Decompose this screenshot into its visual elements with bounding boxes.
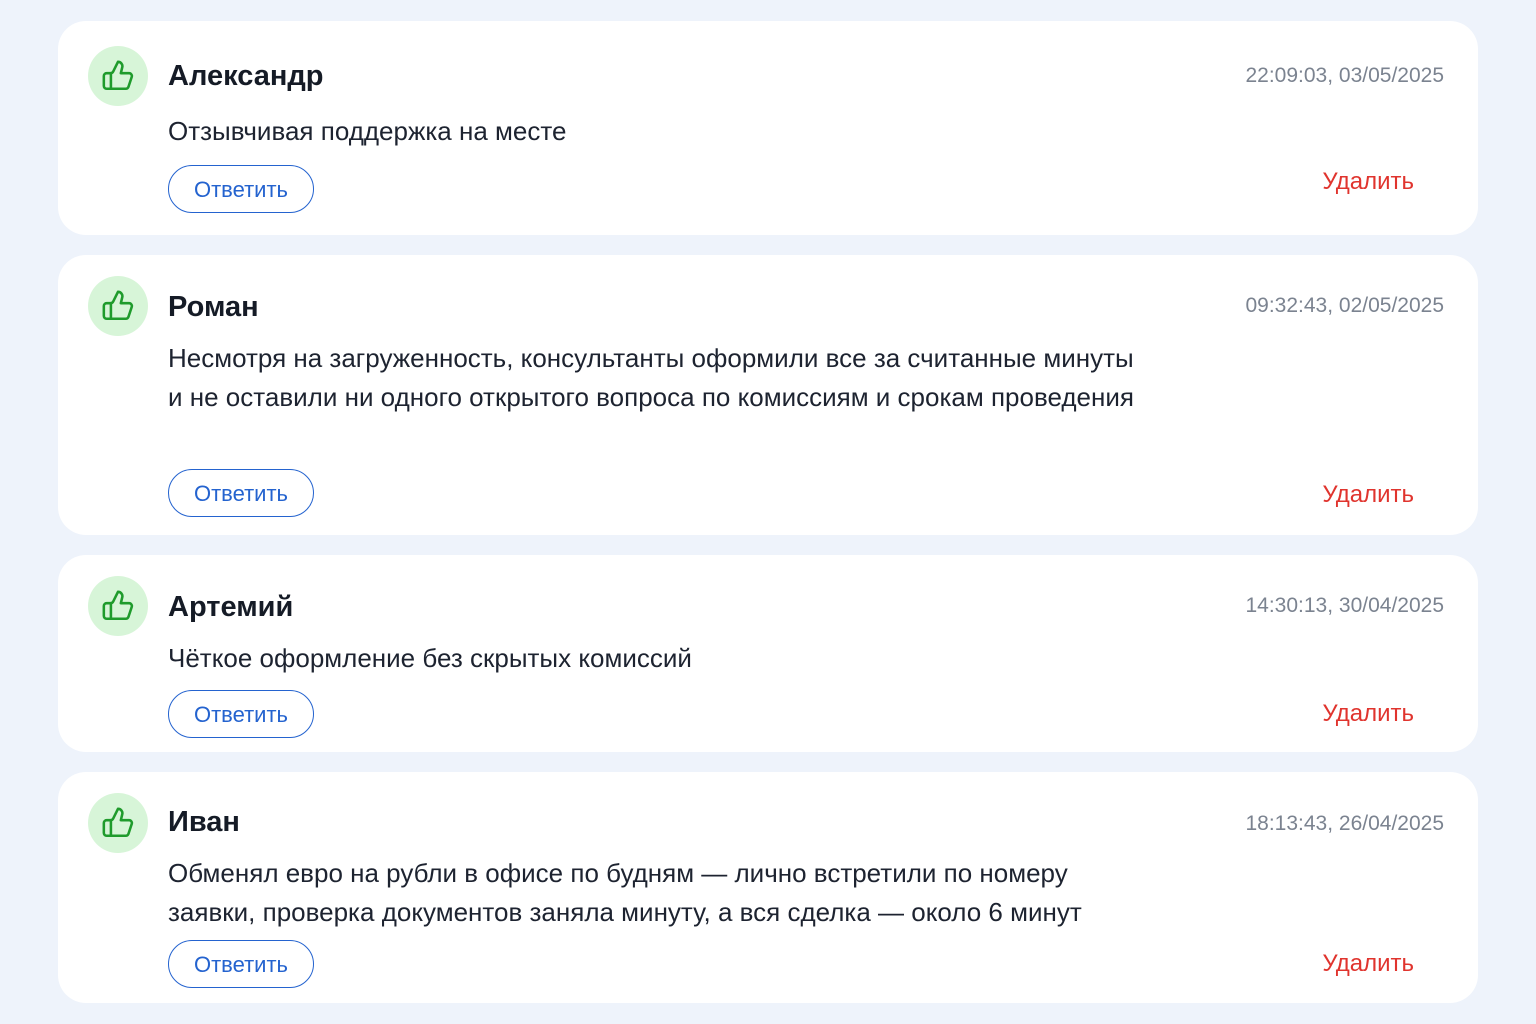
thumbs-up-icon [102,807,134,838]
review-timestamp: 18:13:43, 26/04/2025 [1245,812,1444,835]
thumbs-up-icon [102,590,134,621]
delete-button[interactable]: Удалить [1322,480,1414,510]
delete-button[interactable]: Удалить [1322,699,1414,729]
review-card: Артемий 14:30:13, 30/04/2025 Чёткое офор… [58,555,1478,752]
thumbs-up-icon [102,290,134,321]
avatar [88,793,148,853]
review-text: Несмотря на загруженность, консультанты … [168,343,1134,412]
avatar [88,46,148,106]
reply-button[interactable]: Ответить [168,469,314,517]
review-text: Отзывчивая поддержка на месте [168,116,567,146]
review-text: Чёткое оформление без скрытых комиссий [168,643,692,673]
avatar [88,576,148,636]
reply-button[interactable]: Ответить [168,690,314,738]
delete-button[interactable]: Удалить [1322,167,1414,197]
review-author: Роман [168,291,259,323]
review-author: Александр [168,60,324,92]
review-card: Иван 18:13:43, 26/04/2025 Обменял евро н… [58,772,1478,1003]
reply-button[interactable]: Ответить [168,165,314,213]
reply-button[interactable]: Ответить [168,940,314,988]
review-author: Артемий [168,591,294,623]
review-list: Александр 22:09:03, 03/05/2025 Отзывчива… [0,0,1536,1024]
review-timestamp: 14:30:13, 30/04/2025 [1245,594,1444,617]
review-card: Роман 09:32:43, 02/05/2025 Несмотря на з… [58,255,1478,535]
review-text: Обменял евро на рубли в офисе по будням … [168,858,1082,927]
delete-button[interactable]: Удалить [1322,949,1414,979]
review-author: Иван [168,806,240,838]
thumbs-up-icon [102,60,134,91]
avatar [88,276,148,336]
review-card: Александр 22:09:03, 03/05/2025 Отзывчива… [58,21,1478,235]
review-timestamp: 09:32:43, 02/05/2025 [1245,294,1444,317]
review-timestamp: 22:09:03, 03/05/2025 [1245,64,1444,87]
